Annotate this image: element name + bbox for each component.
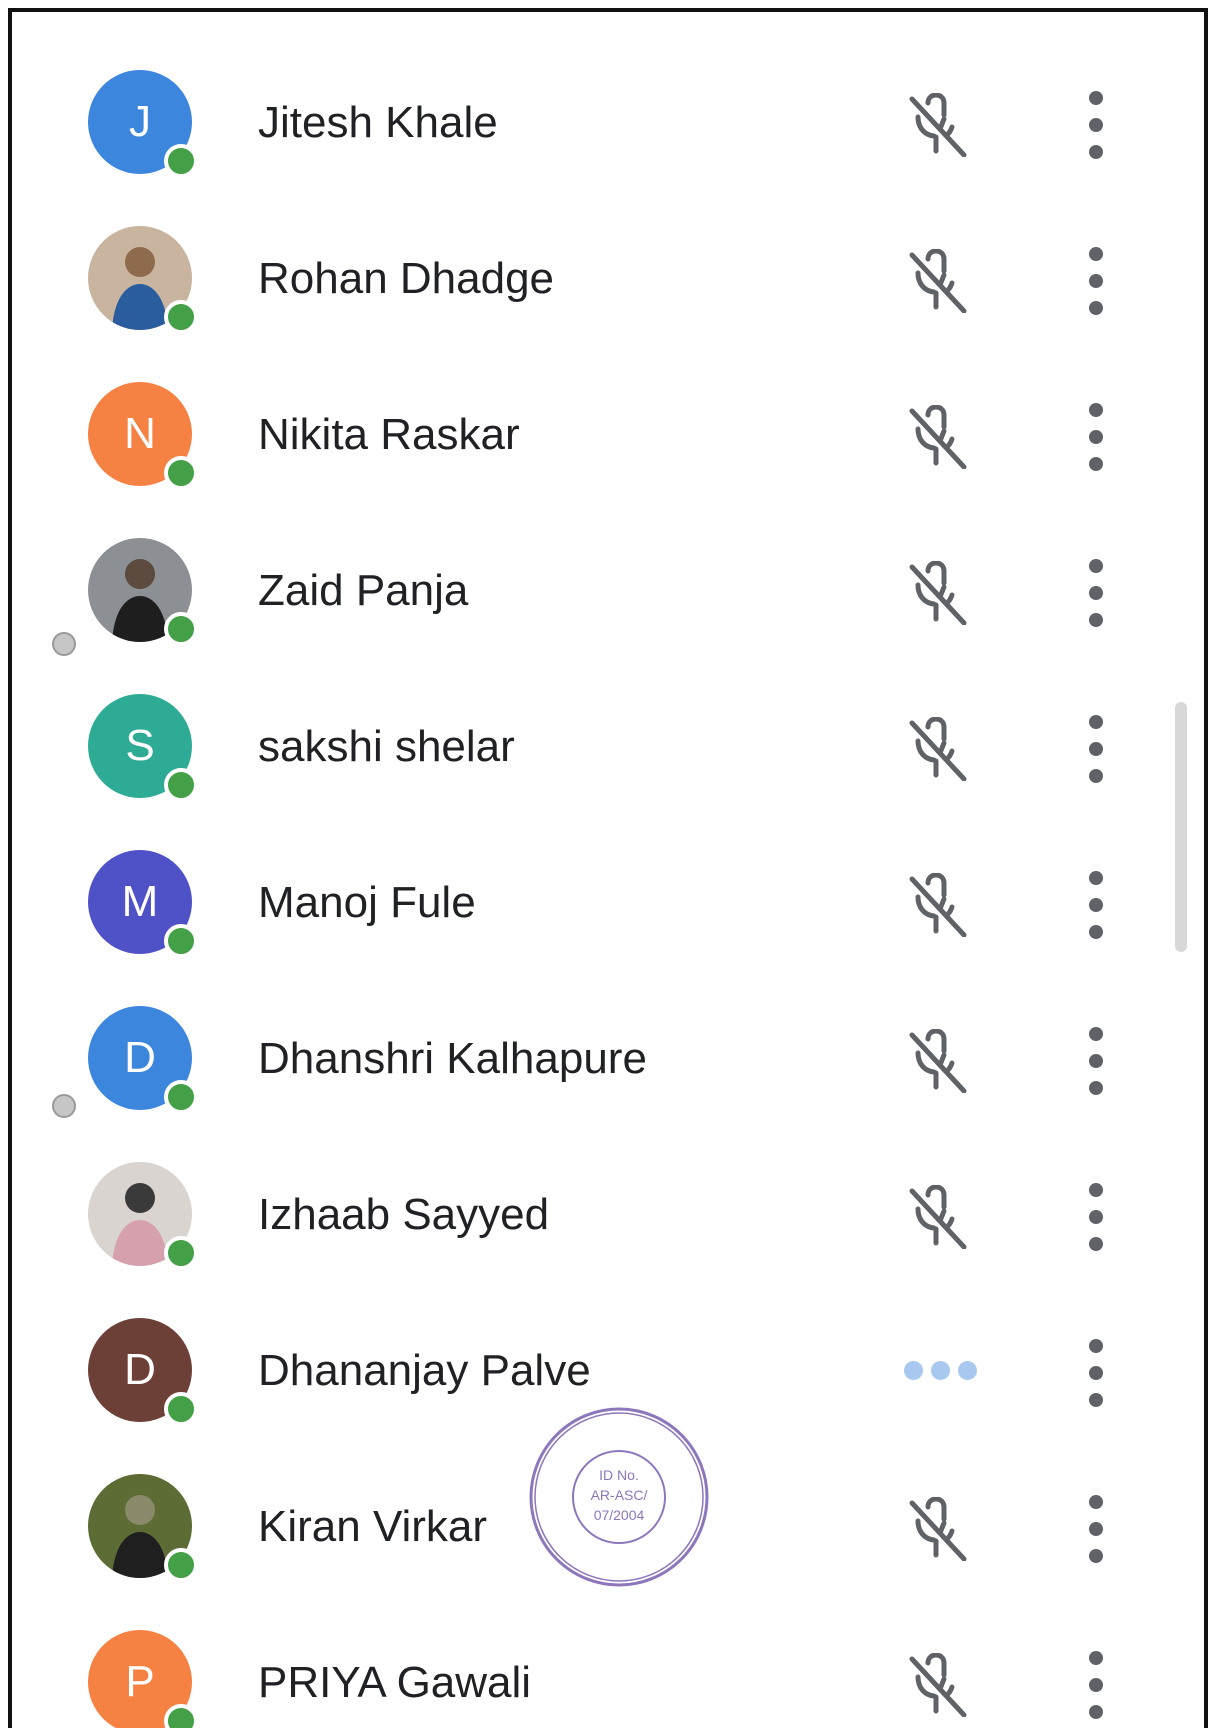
scan-speck: [52, 632, 76, 656]
participant-name: Dhananjay Palve: [258, 1346, 591, 1395]
participant-name: Dhanshri Kalhapure: [258, 1034, 647, 1083]
mic-off-icon: [904, 1028, 968, 1094]
participant-name: PRIYA Gawali: [258, 1658, 532, 1707]
participant-row[interactable]: J Jitesh Khale: [12, 45, 1204, 201]
participant-name: Kiran Virkar: [258, 1502, 488, 1551]
typing-dots-icon: [904, 1359, 986, 1381]
online-indicator: [164, 768, 198, 802]
scrollbar[interactable]: [1175, 702, 1187, 952]
avatar-container: J: [88, 70, 198, 178]
participant-row[interactable]: D Dhanshri Kalhapure: [12, 981, 1204, 1137]
participant-name: Nikita Raskar: [258, 410, 520, 459]
participant-name: Zaid Panja: [258, 566, 469, 615]
avatar-container: N: [88, 382, 198, 490]
participant-row[interactable]: N Nikita Raskar: [12, 357, 1204, 513]
participant-name: Izhaab Sayyed: [258, 1190, 550, 1239]
svg-text:AR-ASC/: AR-ASC/: [591, 1487, 648, 1503]
mic-off-icon: [904, 404, 968, 470]
more-options-icon[interactable]: [1076, 1027, 1116, 1095]
participant-row[interactable]: M Manoj Fule: [12, 825, 1204, 981]
online-indicator: [164, 1236, 198, 1270]
online-indicator: [164, 924, 198, 958]
online-indicator: [164, 612, 198, 646]
more-options-icon[interactable]: [1076, 715, 1116, 783]
participant-row[interactable]: P PRIYA Gawali: [12, 1605, 1204, 1728]
avatar-container: P: [88, 1630, 198, 1728]
more-options-icon[interactable]: [1076, 871, 1116, 939]
more-options-icon[interactable]: [1076, 559, 1116, 627]
more-options-icon[interactable]: [1076, 247, 1116, 315]
mic-off-icon: [904, 716, 968, 782]
participant-row[interactable]: Zaid Panja: [12, 513, 1204, 669]
more-options-icon[interactable]: [1076, 91, 1116, 159]
participant-name: Jitesh Khale: [258, 98, 498, 147]
more-options-icon[interactable]: [1076, 1339, 1116, 1407]
institution-stamp: ID No. AR-ASC/ 07/2004: [529, 1407, 709, 1587]
avatar-container: [88, 226, 198, 334]
more-options-icon[interactable]: [1076, 1183, 1116, 1251]
svg-text:ID No.: ID No.: [599, 1467, 639, 1483]
svg-text:07/2004: 07/2004: [594, 1507, 645, 1523]
participant-name: Manoj Fule: [258, 878, 476, 927]
participant-name: sakshi shelar: [258, 722, 515, 771]
online-indicator: [164, 1392, 198, 1426]
avatar-container: [88, 1474, 198, 1582]
online-indicator: [164, 144, 198, 178]
participants-panel: J Jitesh Khale Rohan Dhadge N Nikita Raskar Z…: [8, 8, 1208, 1728]
online-indicator: [164, 1080, 198, 1114]
online-indicator: [164, 1548, 198, 1582]
more-options-icon[interactable]: [1076, 1651, 1116, 1719]
participant-name: Rohan Dhadge: [258, 254, 555, 303]
mic-off-icon: [904, 560, 968, 626]
mic-off-icon: [904, 248, 968, 314]
mic-off-icon: [904, 1184, 968, 1250]
mic-off-icon: [904, 872, 968, 938]
online-indicator: [164, 456, 198, 490]
scan-speck: [52, 1094, 76, 1118]
mic-off-icon: [904, 1496, 968, 1562]
mic-off-icon: [904, 92, 968, 158]
mic-off-icon: [904, 1652, 968, 1718]
more-options-icon[interactable]: [1076, 403, 1116, 471]
more-options-icon[interactable]: [1076, 1495, 1116, 1563]
participant-row[interactable]: Ssakshi shelar: [12, 669, 1204, 825]
participant-row[interactable]: Rohan Dhadge: [12, 201, 1204, 357]
online-indicator: [164, 300, 198, 334]
avatar-container: [88, 1162, 198, 1270]
avatar-container: M: [88, 850, 198, 958]
avatar-container: D: [88, 1318, 198, 1426]
participant-row[interactable]: Izhaab Sayyed: [12, 1137, 1204, 1293]
avatar-container: S: [88, 694, 198, 802]
avatar-container: [88, 538, 198, 646]
avatar-container: D: [88, 1006, 198, 1114]
